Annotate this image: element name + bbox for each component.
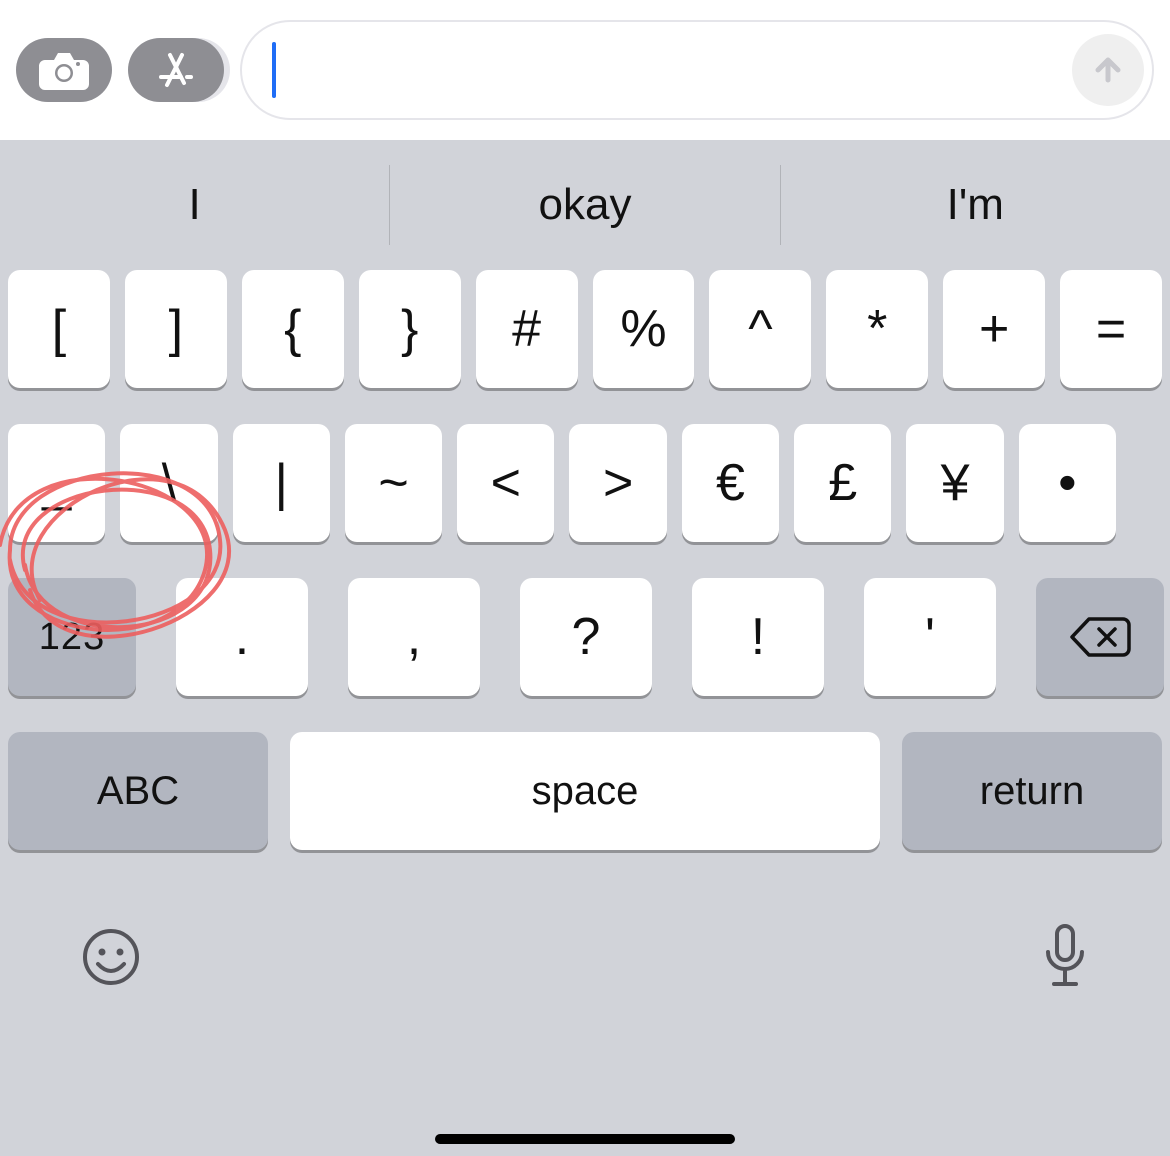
suggestion-1[interactable]: I: [0, 165, 389, 245]
key-plus[interactable]: +: [943, 270, 1045, 388]
app-store-icon: [155, 49, 197, 91]
text-cursor: [272, 42, 276, 98]
camera-button[interactable]: [16, 38, 112, 102]
key-left-brace[interactable]: {: [242, 270, 344, 388]
apps-button[interactable]: [128, 38, 224, 102]
keyboard-bottom-bar: [0, 922, 1170, 1017]
suggestion-bar: I okay I'm: [0, 140, 1170, 270]
emoji-button[interactable]: [80, 926, 142, 993]
key-return[interactable]: return: [902, 732, 1162, 850]
key-right-brace[interactable]: }: [359, 270, 461, 388]
backspace-icon: [1069, 615, 1131, 659]
key-yen[interactable]: ¥: [906, 424, 1003, 542]
key-tilde[interactable]: ~: [345, 424, 442, 542]
key-less-than[interactable]: <: [457, 424, 554, 542]
key-apostrophe[interactable]: ': [864, 578, 996, 696]
send-button[interactable]: [1072, 34, 1144, 106]
suggestion-2[interactable]: okay: [389, 165, 779, 245]
arrow-up-icon: [1088, 50, 1128, 90]
key-row-2: _ \ | ~ < > € £ ¥ •: [0, 424, 1170, 542]
emoji-icon: [80, 926, 142, 988]
key-caret[interactable]: ^: [709, 270, 811, 388]
key-bullet[interactable]: •: [1019, 424, 1116, 542]
key-pipe[interactable]: |: [233, 424, 330, 542]
key-abc-mode[interactable]: ABC: [8, 732, 268, 850]
key-right-bracket[interactable]: ]: [125, 270, 227, 388]
key-euro[interactable]: €: [682, 424, 779, 542]
key-equals[interactable]: =: [1060, 270, 1162, 388]
key-hash[interactable]: #: [476, 270, 578, 388]
key-backspace[interactable]: [1036, 578, 1164, 696]
keyboard: I okay I'm [ ] { } # % ^ * + = _ \ | ~ <…: [0, 140, 1170, 1156]
key-comma[interactable]: ,: [348, 578, 480, 696]
key-backslash[interactable]: \: [120, 424, 217, 542]
suggestion-3[interactable]: I'm: [780, 165, 1170, 245]
key-underscore[interactable]: _: [8, 424, 105, 542]
key-exclaim[interactable]: !: [692, 578, 824, 696]
key-numeric-mode[interactable]: 123: [8, 578, 136, 696]
key-left-bracket[interactable]: [: [8, 270, 110, 388]
microphone-icon: [1040, 922, 1090, 992]
key-question[interactable]: ?: [520, 578, 652, 696]
camera-icon: [39, 50, 89, 90]
key-row-3: 123 . , ? ! ': [0, 578, 1170, 696]
key-row-1: [ ] { } # % ^ * + =: [0, 270, 1170, 388]
key-greater-than[interactable]: >: [569, 424, 666, 542]
key-percent[interactable]: %: [593, 270, 695, 388]
dictation-button[interactable]: [1040, 922, 1090, 997]
key-row-4: ABC space return: [0, 732, 1170, 850]
key-asterisk[interactable]: *: [826, 270, 928, 388]
message-input[interactable]: [240, 20, 1154, 120]
home-indicator[interactable]: [435, 1134, 735, 1144]
message-input-bar: [0, 0, 1170, 140]
key-period[interactable]: .: [176, 578, 308, 696]
key-space[interactable]: space: [290, 732, 880, 850]
key-pound[interactable]: £: [794, 424, 891, 542]
apps-button-stack: [128, 38, 224, 102]
